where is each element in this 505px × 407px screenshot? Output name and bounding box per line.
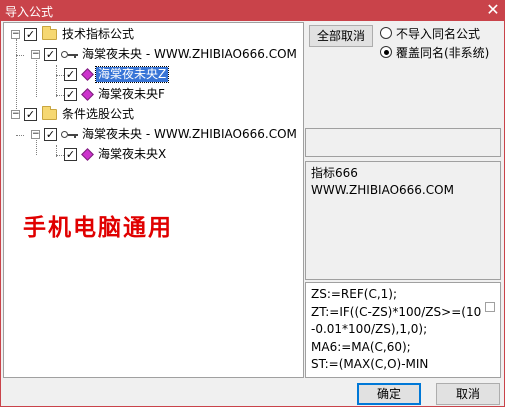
ok-button[interactable]: 确定 — [357, 383, 421, 405]
cancel-all-button[interactable]: 全部取消 — [309, 25, 373, 47]
status-field — [305, 128, 501, 157]
formula-diamond-icon — [81, 88, 94, 101]
tree-connector — [56, 75, 64, 76]
formula-tree[interactable]: − ✓ 技术指标公式 − ✓ 海棠夜未央 - WWW.ZHIBIAO666.CO… — [3, 22, 304, 378]
folder-icon — [42, 26, 57, 40]
formula-line: -0.01*100/ZS),1,0); — [311, 322, 428, 336]
description-panel: 指标666 WWW.ZHIBIAO666.COM — [305, 161, 501, 280]
checkbox-item-3[interactable]: ✓ — [64, 148, 77, 161]
tree-connector — [36, 137, 37, 155]
collapse-icon[interactable]: − — [31, 130, 40, 139]
formula-diamond-icon — [81, 68, 94, 81]
tree-group-1-label[interactable]: 技术指标公式 — [60, 27, 136, 42]
tree-group-2-label[interactable]: 条件选股公式 — [60, 107, 136, 122]
collapse-icon[interactable]: − — [11, 30, 20, 39]
radio-skip-duplicates-label[interactable]: 不导入同名公式 — [396, 25, 480, 42]
tree-item-3-label[interactable]: 海棠夜未央X — [96, 147, 168, 162]
description-line: WWW.ZHIBIAO666.COM — [311, 183, 454, 197]
checkbox-item-2[interactable]: ✓ — [64, 88, 77, 101]
tree-connector — [36, 57, 37, 97]
description-line: 指标666 — [311, 166, 358, 180]
checkbox-source-2[interactable]: ✓ — [44, 128, 57, 141]
cancel-button[interactable]: 取消 — [436, 383, 500, 405]
checkbox-item-1[interactable]: ✓ — [64, 68, 77, 81]
tree-connector — [56, 65, 57, 97]
formula-line: ZT:=IF((C-ZS)*100/ZS>=(10 — [311, 304, 482, 319]
radio-overwrite-duplicates[interactable] — [380, 46, 392, 58]
tree-connector — [16, 39, 17, 117]
checkbox-group-1[interactable]: ✓ — [24, 28, 37, 41]
tree-connector — [16, 55, 24, 56]
tree-source-2-label[interactable]: 海棠夜未央 - WWW.ZHIBIAO666.COM — [80, 127, 299, 142]
title-bar: 导入公式 ✕ — [0, 0, 505, 21]
tree-connector — [56, 95, 64, 96]
collapse-icon[interactable]: − — [11, 110, 20, 119]
formula-diamond-icon — [81, 148, 94, 161]
formula-line: ST:=(MAX(C,O)-MIN — [311, 357, 429, 371]
formula-line: ZS:=REF(C,1); — [311, 287, 397, 301]
formula-option-checkbox[interactable] — [485, 302, 495, 312]
checkbox-group-2[interactable]: ✓ — [24, 108, 37, 121]
formula-line: MA6:=MA(C,60); — [311, 339, 411, 354]
tree-source-1-label[interactable]: 海棠夜未央 - WWW.ZHIBIAO666.COM — [80, 47, 299, 62]
collapse-icon[interactable]: − — [31, 50, 40, 59]
tree-item-1-label[interactable]: 海棠夜未央Z — [94, 66, 170, 83]
tree-item-2-label[interactable]: 海棠夜未央F — [96, 87, 167, 102]
tree-connector — [56, 155, 64, 156]
formula-source-panel[interactable]: ZS:=REF(C,1); ZT:=IF((C-ZS)*100/ZS>=(10 … — [305, 282, 501, 378]
close-icon[interactable]: ✕ — [481, 0, 505, 21]
radio-skip-duplicates[interactable] — [380, 27, 392, 39]
checkbox-source-1[interactable]: ✓ — [44, 48, 57, 61]
key-icon — [61, 50, 79, 60]
key-icon — [61, 130, 79, 140]
tree-connector — [16, 135, 24, 136]
folder-icon — [42, 106, 57, 120]
window-title: 导入公式 — [5, 5, 54, 19]
promo-watermark-text: 手机电脑通用 — [23, 215, 173, 241]
radio-overwrite-duplicates-label[interactable]: 覆盖同名(非系统) — [396, 44, 489, 61]
